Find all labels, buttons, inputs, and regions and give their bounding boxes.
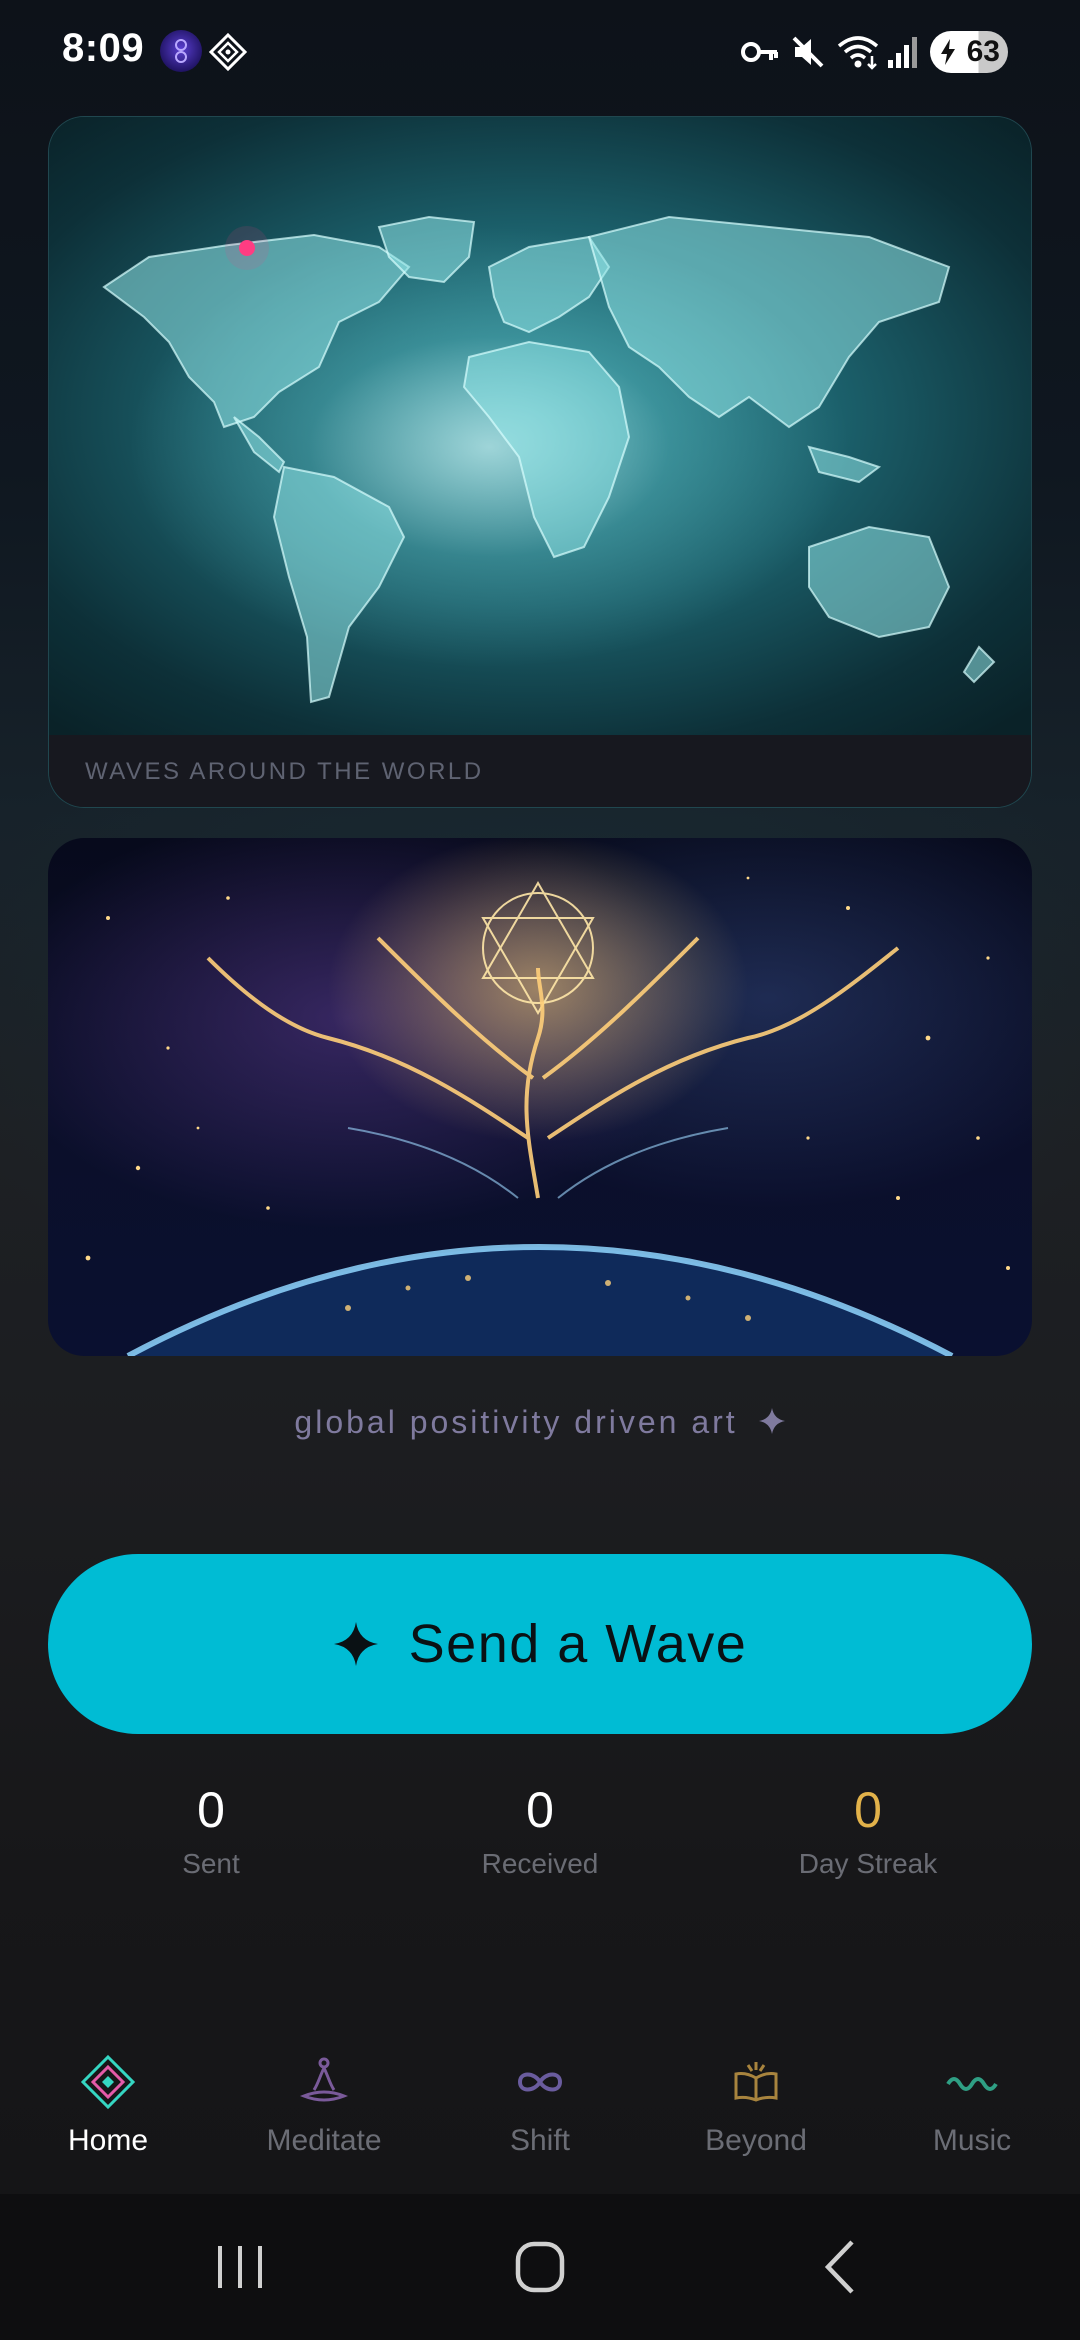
stat-received-value: 0: [526, 1782, 554, 1838]
sparkle-icon: [333, 1622, 378, 1666]
world-map-image: [49, 117, 1031, 735]
wifi-icon: [836, 34, 880, 75]
diamond-icon: [80, 2054, 136, 2110]
nav-beyond[interactable]: Beyond: [648, 2040, 864, 2194]
app-diamond-icon: [208, 32, 248, 72]
nav-music-label: Music: [932, 2124, 1012, 2157]
stat-received: 0 Received: [420, 1780, 660, 1880]
vpn-key-icon: [740, 34, 780, 75]
stat-day-streak-value: 0: [854, 1782, 882, 1838]
stat-sent: 0 Sent: [91, 1780, 331, 1880]
open-book-icon: [734, 2062, 778, 2102]
artwork-illustration: [85, 876, 1010, 1356]
stat-sent-value: 0: [197, 1782, 225, 1838]
status-time: 8:09: [62, 26, 145, 70]
wave-stats: 0 Sent 0 Received 0 Day Streak: [0, 1780, 1080, 1890]
nav-beyond-label: Beyond: [705, 2124, 807, 2157]
nav-meditate[interactable]: Meditate: [216, 2040, 432, 2194]
app-orb-icon: [160, 30, 202, 72]
nav-music[interactable]: Music: [864, 2040, 1080, 2194]
nav-home-label: Home: [67, 2124, 149, 2157]
stat-day-streak-label: Day Streak: [798, 1848, 938, 1879]
system-nav-bar: [0, 2194, 1080, 2340]
map-caption: WAVES AROUND THE WORLD: [49, 735, 1031, 807]
waves-map-card[interactable]: WAVES AROUND THE WORLD: [48, 116, 1032, 808]
send-wave-label: Send a Wave: [408, 1614, 748, 1674]
nav-home[interactable]: Home: [0, 2040, 216, 2194]
battery-level: 63: [966, 35, 1000, 68]
mute-icon: [790, 34, 826, 75]
back-icon[interactable]: [800, 2232, 880, 2302]
wave-icon: [946, 2077, 998, 2091]
home-icon[interactable]: [500, 2232, 580, 2302]
nav-shift[interactable]: Shift: [432, 2040, 648, 2194]
infinity-icon: [517, 2072, 563, 2092]
world-map-illustration: [102, 215, 996, 704]
status-bar: 8:09 63: [0, 0, 1080, 104]
nav-shift-label: Shift: [509, 2124, 571, 2157]
tagline-text: global positivity driven art: [294, 1404, 738, 1440]
stat-sent-label: Sent: [182, 1848, 240, 1879]
signal-icon: [886, 34, 920, 75]
tagline: global positivity driven art: [0, 1404, 1080, 1454]
send-wave-button[interactable]: Send a Wave: [48, 1554, 1032, 1734]
stat-received-label: Received: [481, 1848, 599, 1879]
stat-day-streak: 0 Day Streak: [748, 1780, 988, 1880]
nav-meditate-label: Meditate: [266, 2124, 382, 2157]
bottom-nav: Home Meditate Shift Beyond Music: [0, 2040, 1080, 2194]
bolt-icon: [941, 39, 955, 65]
screen: 8:09 63 WAVES AROUND THE WORLD global po…: [0, 0, 1080, 2340]
meditation-icon: [299, 2057, 349, 2102]
sparkle-icon: [758, 1408, 785, 1434]
tree-of-life-artwork[interactable]: [48, 838, 1032, 1356]
battery-charging-icon: 63: [930, 31, 1008, 73]
recent-apps-icon[interactable]: [200, 2232, 280, 2302]
